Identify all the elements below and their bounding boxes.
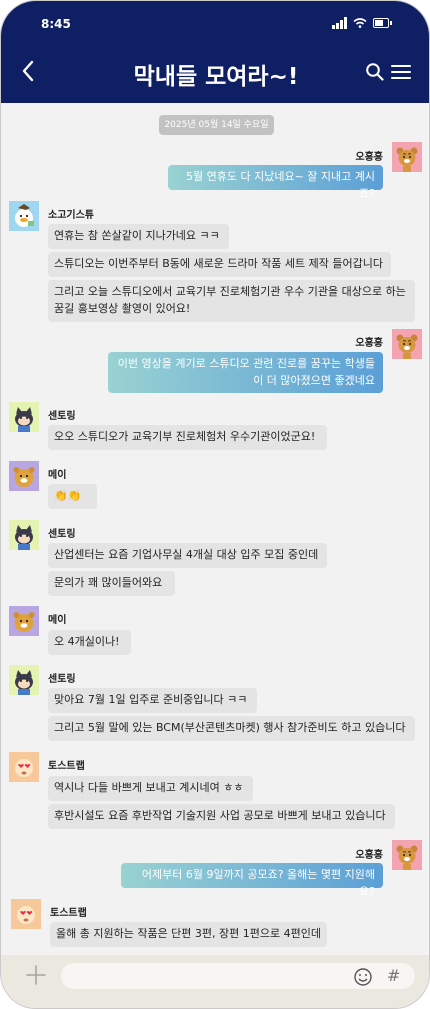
wifi-icon xyxy=(353,18,367,28)
lion-icon xyxy=(9,461,39,491)
message-bubble[interactable]: 오오 스튜디오가 교육기부 진로체험처 우수기관이었군요! xyxy=(48,425,327,450)
message-bubble[interactable]: 올해 총 지원하는 작품은 단편 3편, 장편 1편으로 4편인데 xyxy=(50,922,327,947)
message-bubble[interactable]: 그리고 5월 말에 있는 BCM(부산콘텐츠마켓) 행사 참가준비도 하고 있습… xyxy=(48,716,415,741)
emoji-icon[interactable] xyxy=(353,967,373,987)
sender-name: 오흥홍 xyxy=(355,152,383,163)
message-bubble[interactable]: 이번 영상을 계기로 스튜디오 관련 진로를 꿈꾸는 학생들이 더 많아졌으면 … xyxy=(108,352,383,393)
cat-icon xyxy=(9,520,39,550)
message-bubble[interactable]: 문의가 꽤 많이들어와요 xyxy=(48,571,175,596)
sender-name: 메이 xyxy=(48,615,67,626)
status-icons xyxy=(332,17,392,29)
message-bubble[interactable]: 5월 연휴도 다 지났네요~ 잘 지내고 계시죠? xyxy=(168,165,383,200)
cat-icon xyxy=(9,665,39,695)
message-bubble[interactable]: 어제부터 6월 9일까지 공모죠? 올해는 몇편 지원해요? xyxy=(121,863,383,898)
sender-name: 메이 xyxy=(48,470,67,481)
message-bubble[interactable]: 그리고 오늘 스튜디오에서 교육기부 진로체험기관 우수 기관을 대상으로 하는… xyxy=(48,280,415,322)
phone-frame: 8:45 막내들 모여라~! 2025년 05월 14일 수요일 오흥홍 5월 … xyxy=(0,0,430,1009)
message-bubble[interactable]: 역시나 다들 바쁘게 보내고 계시네여 ㅎㅎ xyxy=(48,776,253,801)
chat-header: 8:45 막내들 모여라~! xyxy=(1,1,429,103)
message-bubble[interactable]: 오 4개실이나! xyxy=(48,630,131,655)
message-list[interactable]: 2025년 05월 14일 수요일 오흥홍 5월 연휴도 다 지났네요~ 잘 지… xyxy=(1,103,429,955)
sender-name: 토스트랩 xyxy=(50,908,87,919)
sender-name: 센토링 xyxy=(48,411,76,422)
lion-icon xyxy=(9,606,39,636)
message-bubble[interactable]: 맞아요 7월 1일 입주로 준비중입니다 ㅋㅋ xyxy=(48,688,257,713)
message-bubble[interactable]: 산업센터는 요즘 기업사무실 4개실 대상 입주 모집 중인데 xyxy=(48,543,327,568)
sender-name: 센토링 xyxy=(48,674,76,685)
duck-icon xyxy=(9,201,39,231)
menu-icon[interactable] xyxy=(390,63,412,81)
ryan-icon xyxy=(392,142,422,172)
message-bubble[interactable]: 연휴는 참 쏜살같이 지나가네요 ㅋㅋ xyxy=(48,224,229,249)
heart-eyes-icon xyxy=(11,899,41,929)
sender-name: 오흥홍 xyxy=(355,850,383,861)
ryan-icon xyxy=(392,840,422,870)
sender-name: 토스트랩 xyxy=(48,761,85,772)
date-divider: 2025년 05월 14일 수요일 xyxy=(159,115,274,135)
cat-icon xyxy=(9,402,39,432)
sender-name: 오흥홍 xyxy=(355,338,383,349)
status-time: 8:45 xyxy=(41,17,71,31)
hash-icon[interactable]: # xyxy=(387,966,400,986)
message-bubble[interactable]: 후반시설도 요즘 후반작업 기술지원 사업 공모로 바쁘게 보내고 있습니다 xyxy=(48,804,395,829)
plus-icon[interactable] xyxy=(25,964,47,986)
ryan-icon xyxy=(392,329,422,359)
message-bubble[interactable]: 스튜디오는 이번주부터 B동에 새로운 드라마 작품 세트 제작 들어갑니다 xyxy=(48,252,391,277)
heart-eyes-icon xyxy=(9,752,39,782)
battery-icon xyxy=(373,18,392,28)
message-bubble[interactable]: 👏👏 xyxy=(48,484,97,509)
search-icon[interactable] xyxy=(365,62,385,82)
sender-name: 센토링 xyxy=(48,529,76,540)
sender-name: 소고기스튜 xyxy=(48,210,94,221)
signal-icon xyxy=(332,17,347,29)
